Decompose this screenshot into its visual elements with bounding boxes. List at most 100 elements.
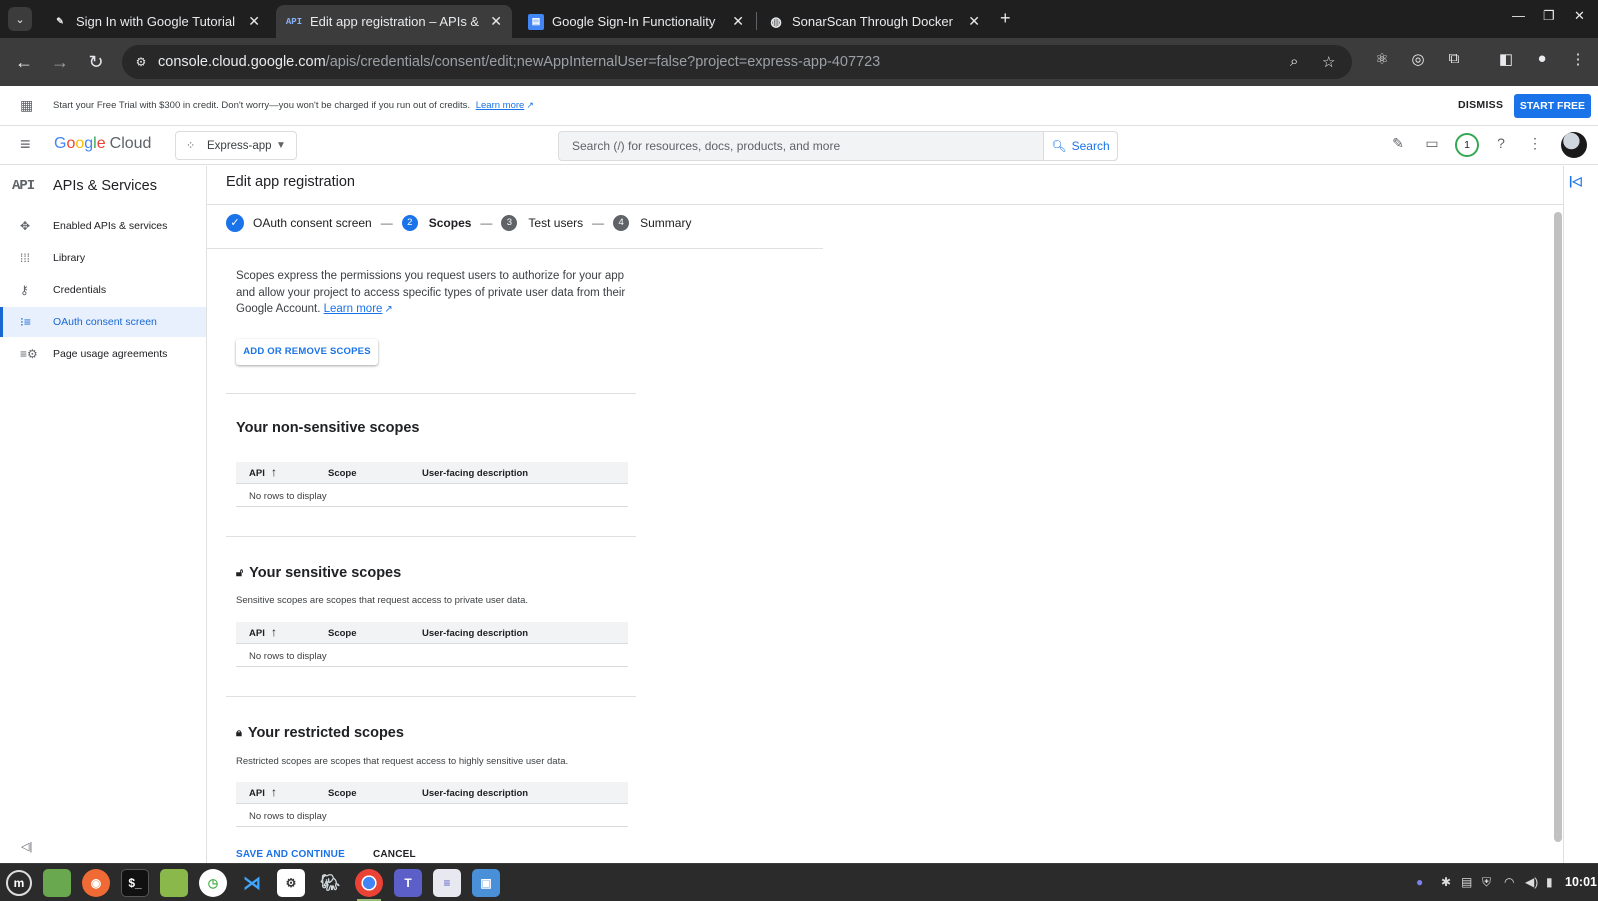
sort-ascending-arrow-icon[interactable]: ↑ [271,785,277,799]
terminal-icon[interactable]: $_ [121,869,149,897]
browser-tab-google-sign-in-functionality[interactable]: ▤ Google Sign-In Functionality ✕ [518,5,754,38]
timeshift-icon[interactable]: ◷ [199,869,227,897]
collapse-sidebar-icon[interactable]: ◁| [21,840,32,853]
clipboard-icon[interactable]: ▤ [1461,875,1472,889]
gift-icon: ▦ [20,97,34,113]
step-scopes[interactable]: Scopes [429,216,472,230]
search-input[interactable] [559,132,1043,160]
taskbar-clock[interactable]: 10:01 [1565,875,1597,889]
notifications-badge[interactable]: 1 [1455,133,1479,157]
address-bar[interactable]: ⚙ console.cloud.google.com/apis/credenti… [122,45,1352,79]
gemini-chat-icon[interactable]: ✎ [1387,135,1409,152]
account-avatar[interactable] [1561,132,1587,158]
external-link-icon: ↗ [384,304,393,315]
text-editor-icon[interactable]: ≡ [433,869,461,897]
restricted-scopes-table: API ↑ Scope User-facing description No r… [236,782,628,827]
reload-icon[interactable]: ↻ [84,50,108,74]
project-name: Express-app [207,140,272,152]
cloud-shell-terminal-icon[interactable]: ▭ [1421,135,1443,152]
cancel-button[interactable]: CANCEL [373,849,416,860]
extension-atom-icon[interactable]: ⚛ [1370,50,1394,68]
shield-icon[interactable]: ⛨ [1482,875,1491,890]
step-test-users[interactable]: Test users [528,216,583,230]
hamburger-menu-icon[interactable]: ≡ [20,134,31,155]
step-oauth-consent-screen[interactable]: OAuth consent screen [253,216,372,230]
more-options-icon[interactable]: ⋮ [1524,135,1546,152]
postgres-elephant-icon[interactable]: 🐘︎ [316,869,344,897]
sidebar-item-oauth-consent-screen[interactable]: ⁝≡ OAuth consent screen [0,307,206,337]
search-button[interactable]: 🔍︎ Search [1043,132,1117,160]
browser-tab-sign-in-tutorial[interactable]: ✎ Sign In with Google Tutorial ✕ [42,5,270,38]
forward-arrow-icon[interactable]: → [48,50,72,74]
browser-tab-sonarscan-docker[interactable]: ◍ SonarScan Through Docker ✕ [758,5,990,38]
sidebar-item-page-usage-agreements[interactable]: ≡⚙ Page usage agreements [0,339,206,369]
volume-icon[interactable]: ◀) [1525,875,1538,889]
google-logo-text: Google [54,135,106,152]
extensions-puzzle-icon[interactable]: ⧉ [1442,50,1466,67]
tab-title: SonarScan Through Docker [792,14,953,29]
sidebar-item-credentials[interactable]: ⚷ Credentials [0,275,206,305]
url-text[interactable]: console.cloud.google.com/apis/credential… [158,54,880,70]
bookmark-star-icon[interactable]: ☆ [1322,53,1335,71]
browser-menu-icon[interactable]: ⋮ [1566,50,1590,68]
learn-more-link[interactable]: Learn more [324,303,383,315]
sort-ascending-arrow-icon[interactable]: ↑ [271,465,277,479]
tab-close-icon[interactable]: ✕ [968,13,980,30]
save-and-continue-button[interactable]: SAVE AND CONTINUE [226,849,355,860]
settings-gear-icon[interactable]: ⚙ [277,869,305,897]
window-restore-icon[interactable]: ❐ [1543,8,1555,24]
restricted-scopes-description: Restricted scopes are scopes that reques… [236,756,569,767]
start-free-button[interactable]: START FREE [1514,94,1591,118]
window-minimize-icon[interactable]: — [1512,8,1525,23]
window-close-icon[interactable]: ✕ [1574,8,1585,24]
extension-target-icon[interactable]: ◎ [1406,50,1430,68]
add-or-remove-scopes-button[interactable]: ADD OR REMOVE SCOPES [236,339,378,365]
page-scrollbar[interactable] [1554,212,1562,842]
sensitive-scopes-heading: 🔓︎ Your sensitive scopes [236,565,401,581]
tab-close-icon[interactable]: ✕ [248,13,260,30]
step-connector: — [480,216,493,230]
sidebar-item-library[interactable]: ⁞⁞⁞ Library [0,243,206,273]
sidebar-item-enabled-apis[interactable]: ✥ Enabled APIs & services [0,211,206,241]
folder-icon[interactable] [160,869,188,897]
tab-close-icon[interactable]: ✕ [490,13,502,30]
back-arrow-icon[interactable]: ← [12,50,36,74]
url-path: /apis/credentials/consent/edit;newAppInt… [325,54,881,70]
profile-avatar-icon[interactable]: ● [1530,50,1554,67]
teams-tray-icon[interactable]: ● [1416,875,1423,889]
google-cloud-logo[interactable]: Google Cloud [54,135,151,153]
wifi-icon[interactable]: ◠ [1504,875,1514,889]
sort-ascending-arrow-icon[interactable]: ↑ [271,625,277,639]
sidebar-item-label: Credentials [53,284,107,296]
browser-tab-edit-app-registration[interactable]: API Edit app registration – APIs & ✕ [276,5,512,38]
new-tab-plus-icon[interactable]: + [1000,8,1011,29]
mint-menu-icon[interactable]: m [6,870,32,896]
table-header-row: API ↑ Scope User-facing description [236,462,628,484]
step-summary[interactable]: Summary [640,216,691,230]
help-icon[interactable]: ? [1490,135,1512,151]
banner-learn-more-link[interactable]: Learn more [476,100,525,111]
non-sensitive-scopes-heading: Your non-sensitive scopes [236,420,419,436]
chrome-icon[interactable] [355,869,383,901]
screenshot-icon[interactable]: ▣ [472,869,500,897]
tab-search-chevron-icon[interactable]: ⌄ [8,7,32,31]
firefox-icon[interactable]: ◉ [82,869,110,897]
column-header-api[interactable]: API [249,628,265,639]
files-folder-icon[interactable] [43,869,71,897]
project-picker[interactable]: ⁘ Express-app ▼ [175,131,297,160]
scopes-intro: Scopes express the permissions you reque… [236,268,626,319]
vscode-icon[interactable]: ⋊ [238,869,266,897]
site-settings-icon[interactable]: ⚙ [132,53,150,71]
zoom-magnifier-icon[interactable]: ⌕ [1290,53,1298,70]
expand-panel-icon[interactable]: |◁ [1569,174,1582,188]
section-title: Your restricted scopes [247,725,404,741]
dismiss-button[interactable]: DISMISS [1458,99,1503,111]
battery-icon[interactable]: ▮ [1546,875,1553,889]
bluetooth-icon[interactable]: ✱ [1441,875,1451,889]
column-header-description: User-facing description [422,468,529,479]
column-header-api[interactable]: API [249,788,265,799]
teams-icon[interactable]: T [394,869,422,897]
tab-close-icon[interactable]: ✕ [732,13,744,30]
column-header-api[interactable]: API [249,468,265,479]
side-panel-icon[interactable]: ◧ [1494,50,1518,68]
